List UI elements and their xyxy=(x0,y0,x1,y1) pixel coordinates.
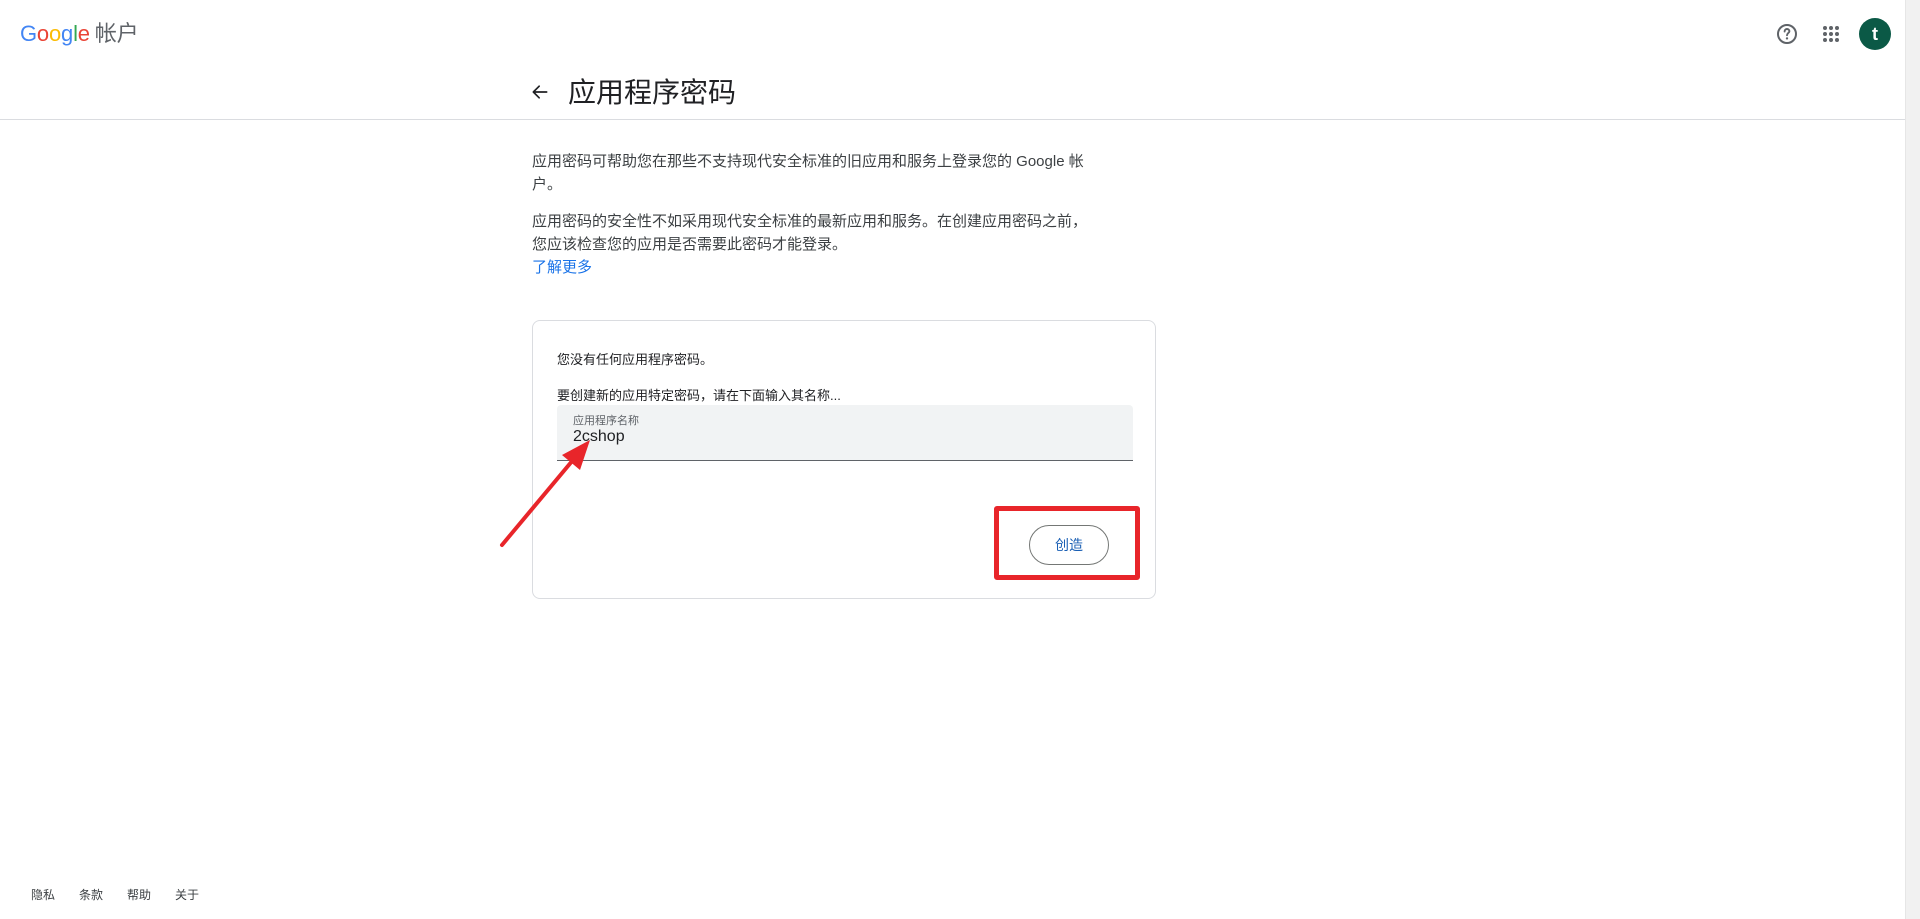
logo-letter: o xyxy=(48,21,62,46)
back-button[interactable] xyxy=(524,76,556,108)
red-arrow-annotation xyxy=(500,440,590,547)
arrow-left-icon xyxy=(532,85,548,99)
learn-more-link[interactable]: 了解更多 xyxy=(532,256,592,279)
google-apps-button[interactable] xyxy=(1811,14,1851,54)
logo-letter: o xyxy=(36,21,49,46)
no-passwords-text: 您没有任何应用程序密码。 xyxy=(557,352,714,367)
google-logo: Google xyxy=(20,21,90,47)
avatar[interactable]: t xyxy=(1859,18,1891,50)
vertical-scrollbar[interactable] xyxy=(1905,0,1920,919)
footer-link-help[interactable]: 帮助 xyxy=(127,886,151,903)
top-right-actions: t xyxy=(1763,14,1891,54)
top-bar: Google 帐户 t xyxy=(0,0,1905,64)
apps-grid-icon xyxy=(1823,26,1839,42)
instruction-text: 要创建新的应用特定密码，请在下面输入其名称... xyxy=(557,388,841,403)
logo-letter: G xyxy=(20,21,37,46)
help-button[interactable] xyxy=(1767,14,1807,54)
app-name-field[interactable]: 应用程序名称 xyxy=(557,405,1133,461)
footer-link-privacy[interactable]: 隐私 xyxy=(31,886,55,903)
warning-paragraph: 应用密码的安全性不如采用现代安全标准的最新应用和服务。在创建应用密码之前，您应该… xyxy=(532,213,1088,253)
page-header: 应用程序密码 xyxy=(0,64,1905,120)
description-section: 应用密码可帮助您在那些不支持现代安全标准的旧应用和服务上登录您的 Google … xyxy=(532,150,1092,279)
intro-paragraph: 应用密码可帮助您在那些不支持现代安全标准的旧应用和服务上登录您的 Google … xyxy=(532,153,1084,193)
page-title: 应用程序密码 xyxy=(568,77,737,108)
logo-letter: e xyxy=(77,21,90,46)
red-highlight-box xyxy=(994,506,1140,580)
footer-link-about[interactable]: 关于 xyxy=(175,886,199,903)
google-account-logo[interactable]: Google 帐户 xyxy=(20,16,139,48)
footer: 隐私 条款 帮助 关于 xyxy=(31,886,223,903)
footer-link-terms[interactable]: 条款 xyxy=(79,886,103,903)
help-circle-icon xyxy=(1777,24,1797,44)
app-name-input[interactable] xyxy=(573,428,1113,446)
logo-letter: g xyxy=(61,21,74,46)
scrollbar-thumb[interactable] xyxy=(1909,2,1917,902)
product-name: 帐户 xyxy=(94,21,139,46)
